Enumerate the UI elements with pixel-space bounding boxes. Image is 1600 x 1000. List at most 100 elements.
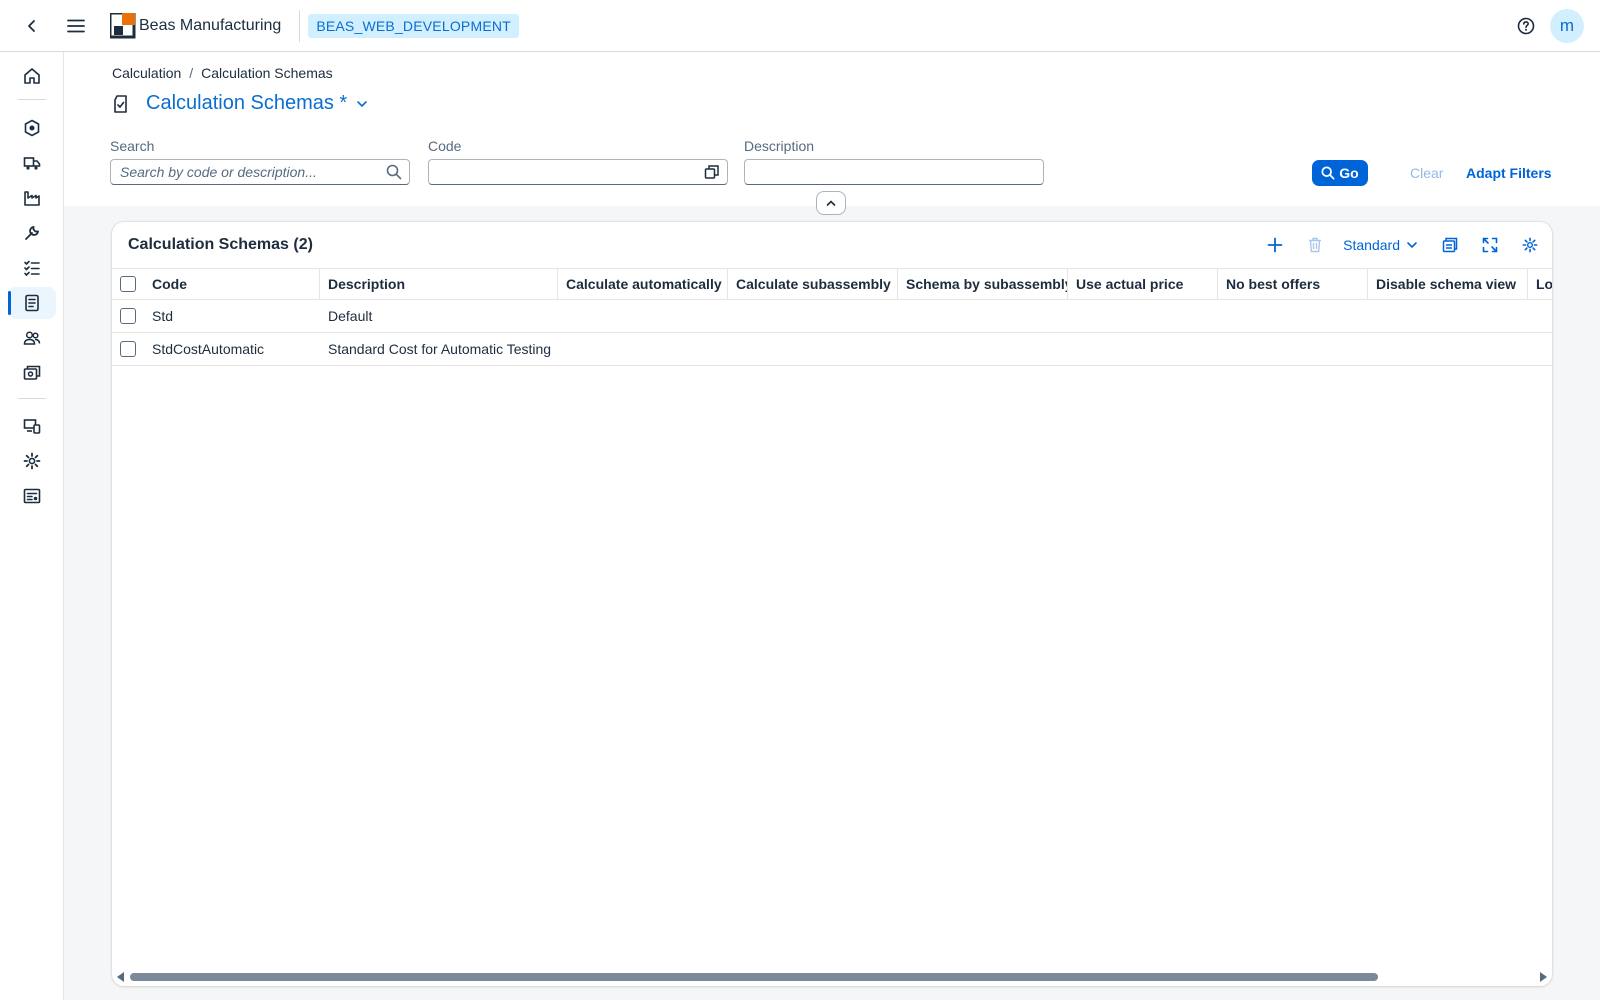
- help-icon: [1517, 17, 1535, 34]
- table-title: Calculation Schemas (2): [128, 236, 313, 253]
- description-input[interactable]: [744, 159, 1044, 185]
- sidebar-item-finance[interactable]: [8, 357, 56, 389]
- plus-icon: [1267, 237, 1283, 253]
- search-placeholder: Search by code or description...: [120, 164, 317, 180]
- search-input[interactable]: Search by code or description...: [110, 159, 410, 185]
- select-all-checkbox[interactable]: [120, 276, 136, 292]
- add-button[interactable]: [1257, 229, 1293, 261]
- scroll-right-arrow-icon[interactable]: [1539, 972, 1547, 982]
- cell-code: Std: [152, 308, 174, 324]
- devices-icon: [23, 419, 41, 434]
- breadcrumb: Calculation / Calculation Schemas: [112, 65, 333, 81]
- column-header-disable-schema-view[interactable]: Disable schema view: [1368, 269, 1528, 299]
- sidebar-item-calculation[interactable]: [8, 287, 56, 319]
- column-header-truncated[interactable]: Lo: [1528, 269, 1552, 299]
- table-grid: Code Description Calculate automatically…: [112, 268, 1552, 366]
- sidebar-item-checklist[interactable]: [8, 252, 56, 284]
- description-label: Description: [744, 138, 815, 154]
- fullscreen-button[interactable]: [1472, 229, 1508, 261]
- scrollbar-thumb[interactable]: [130, 973, 1378, 981]
- column-header-no-best-offers[interactable]: No best offers: [1218, 269, 1368, 299]
- products-icon: [24, 119, 40, 137]
- hamburger-icon: [67, 19, 85, 32]
- filter-description: Description: [744, 138, 1044, 185]
- checklist-icon: [24, 260, 40, 277]
- table-row[interactable]: Std Default: [112, 300, 1552, 333]
- column-header-calculate-automatically[interactable]: Calculate automatically: [558, 269, 728, 299]
- scroll-left-arrow-icon[interactable]: [117, 972, 125, 982]
- search-icon[interactable]: [386, 164, 402, 180]
- page-title[interactable]: Calculation Schemas *: [146, 92, 347, 115]
- app-logo[interactable]: Beas Manufacturing: [110, 12, 282, 39]
- delivery-truck-icon: [23, 157, 41, 170]
- menu-button[interactable]: [58, 8, 94, 44]
- sidebar-item-reports[interactable]: [8, 480, 56, 512]
- column-header-description[interactable]: Description: [320, 269, 558, 299]
- go-label: Go: [1339, 165, 1359, 181]
- sidebar-separator: [18, 99, 46, 100]
- row-checkbox[interactable]: [120, 308, 136, 324]
- column-header-schema-by-subassembly[interactable]: Schema by subassembly: [898, 269, 1068, 299]
- delete-button[interactable]: [1297, 229, 1333, 261]
- sidebar-item-products[interactable]: [8, 112, 56, 144]
- chevron-down-icon[interactable]: [355, 97, 369, 111]
- beas-logo-icon: [110, 12, 136, 38]
- sidebar-item-settings[interactable]: [8, 445, 56, 477]
- value-help-icon[interactable]: [704, 164, 720, 180]
- report-icon: [23, 488, 41, 504]
- page-header: Calculation / Calculation Schemas Calcul…: [64, 52, 1600, 215]
- table-toolbar: Calculation Schemas (2) Standard: [112, 222, 1552, 268]
- chevron-up-icon: [826, 200, 836, 206]
- column-header-code[interactable]: Code: [144, 269, 320, 299]
- row-select-cell: [112, 333, 144, 365]
- settings-icon: [1522, 237, 1538, 253]
- column-header-use-actual-price[interactable]: Use actual price: [1068, 269, 1218, 299]
- wrench-icon: [25, 225, 40, 240]
- sidebar-item-devices[interactable]: [8, 410, 56, 442]
- back-button[interactable]: [14, 8, 50, 44]
- search-icon: [1321, 166, 1335, 180]
- sidebar-item-tools[interactable]: [8, 217, 56, 249]
- select-all-cell: [112, 269, 144, 299]
- sidebar-item-delivery[interactable]: [8, 147, 56, 179]
- adapt-filters-button[interactable]: Adapt Filters: [1466, 165, 1552, 181]
- settings-icon: [23, 452, 41, 470]
- people-icon: [23, 331, 41, 345]
- sidebar-item-people[interactable]: [8, 322, 56, 354]
- column-header-calculate-subassembly[interactable]: Calculate subassembly: [728, 269, 898, 299]
- system-badge: BEAS_WEB_DEVELOPMENT: [308, 13, 519, 38]
- sidebar-item-home[interactable]: [8, 60, 56, 92]
- table-row[interactable]: StdCostAutomatic Standard Cost for Autom…: [112, 333, 1552, 366]
- collapse-header-button[interactable]: [816, 191, 846, 215]
- variant-selector[interactable]: Standard: [1343, 237, 1418, 253]
- row-select-cell: [112, 300, 144, 332]
- breadcrumb-link-calculation[interactable]: Calculation: [112, 65, 181, 81]
- side-navigation: [0, 52, 64, 1000]
- money-cards-icon: [23, 365, 41, 380]
- app-name: Beas Manufacturing: [139, 16, 282, 34]
- cell-description: Default: [328, 308, 373, 324]
- row-checkbox[interactable]: [120, 341, 136, 357]
- content-area: Calculation Schemas (2) Standard Code De…: [64, 206, 1600, 1000]
- code-label: Code: [428, 138, 462, 154]
- shell-divider: [299, 9, 301, 42]
- go-button[interactable]: Go: [1312, 160, 1368, 186]
- cell-description: Standard Cost for Automatic Testing: [328, 341, 552, 357]
- search-label: Search: [110, 138, 155, 154]
- fullscreen-icon: [1482, 237, 1498, 253]
- export-spreadsheet-icon: [1442, 237, 1458, 253]
- clear-button[interactable]: Clear: [1410, 165, 1443, 181]
- calculation-schemas-table: Calculation Schemas (2) Standard Code De…: [112, 222, 1552, 986]
- horizontal-scrollbar[interactable]: [112, 968, 1552, 986]
- table-header-row: Code Description Calculate automatically…: [112, 268, 1552, 300]
- calculation-sheet-icon: [25, 294, 39, 312]
- trash-icon: [1309, 237, 1322, 253]
- document-check-icon: [114, 94, 127, 113]
- user-avatar[interactable]: m: [1550, 8, 1584, 43]
- export-button[interactable]: [1432, 229, 1468, 261]
- title-row: Calculation Schemas *: [112, 92, 369, 115]
- table-settings-button[interactable]: [1512, 229, 1548, 261]
- sidebar-item-factory[interactable]: [8, 182, 56, 214]
- help-button[interactable]: [1508, 8, 1544, 44]
- code-input[interactable]: [428, 159, 728, 185]
